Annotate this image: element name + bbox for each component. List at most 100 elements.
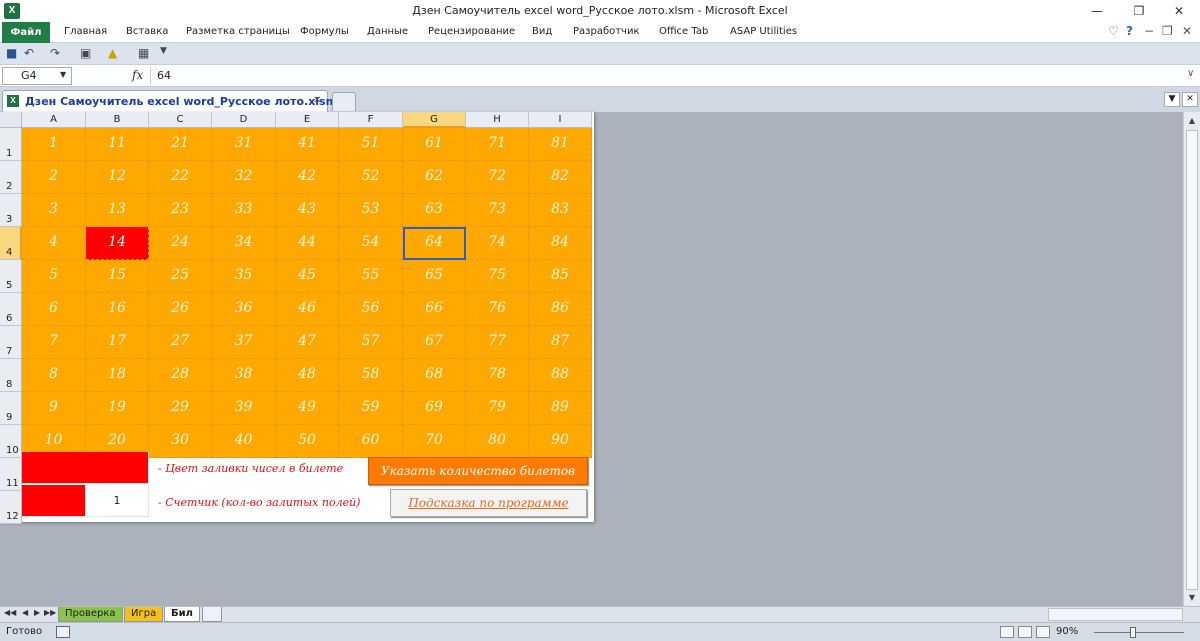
restore-icon[interactable]: ❐ <box>1124 2 1154 20</box>
cell-f2[interactable]: 52 <box>339 161 403 194</box>
tab-office-tab[interactable]: Office Tab <box>659 26 708 37</box>
column-header-c[interactable]: C <box>149 112 212 128</box>
cell-b6[interactable]: 16 <box>86 293 149 326</box>
cell-d7[interactable]: 37 <box>212 326 276 359</box>
cell-e4[interactable]: 44 <box>276 227 339 260</box>
cell-i3[interactable]: 83 <box>529 194 592 227</box>
cell-f4[interactable]: 54 <box>339 227 403 260</box>
close-icon[interactable]: ✕ <box>1164 2 1194 20</box>
close-all-tabs-icon[interactable]: ✕ <box>1182 92 1198 107</box>
counter-color-sample[interactable] <box>22 485 86 517</box>
cell-f3[interactable]: 53 <box>339 194 403 227</box>
cell-i6[interactable]: 86 <box>529 293 592 326</box>
cell-i5[interactable]: 85 <box>529 260 592 293</box>
tab-file[interactable]: Файл <box>2 22 50 43</box>
help-icon[interactable]: ? <box>1126 24 1133 38</box>
tab-list-dropdown-icon[interactable]: ▼ <box>1164 92 1180 107</box>
row-header-9[interactable]: 9 <box>0 392 22 425</box>
cell-h1[interactable]: 71 <box>466 128 529 161</box>
prev-sheet-icon[interactable]: ◀ <box>22 608 28 617</box>
cell-d1[interactable]: 31 <box>212 128 276 161</box>
cell-h9[interactable]: 79 <box>466 392 529 425</box>
cell-c2[interactable]: 22 <box>149 161 212 194</box>
cell-d9[interactable]: 39 <box>212 392 276 425</box>
last-sheet-icon[interactable]: ▶▶ <box>44 608 56 617</box>
column-header-a[interactable]: A <box>22 112 86 128</box>
cell-i9[interactable]: 89 <box>529 392 592 425</box>
doc-minimize-icon[interactable]: − <box>1144 24 1154 38</box>
cell-a6[interactable]: 6 <box>22 293 86 326</box>
cell-e9[interactable]: 49 <box>276 392 339 425</box>
cell-a7[interactable]: 7 <box>22 326 86 359</box>
scroll-thumb[interactable] <box>1186 130 1198 590</box>
tab-review[interactable]: Рецензирование <box>428 26 515 37</box>
customize-toolbar-icon[interactable]: ▼ <box>160 46 167 56</box>
cell-d10[interactable]: 40 <box>212 425 276 458</box>
tab-page-layout[interactable]: Разметка страницы <box>186 26 290 37</box>
print-preview-icon[interactable]: ▣ <box>80 46 91 60</box>
counter-value[interactable]: 1 <box>86 485 149 517</box>
tab-home[interactable]: Главная <box>64 26 107 37</box>
insert-sheet-icon[interactable] <box>202 607 222 622</box>
cell-h8[interactable]: 78 <box>466 359 529 392</box>
cell-a1[interactable]: 1 <box>22 128 86 161</box>
minimize-icon[interactable]: — <box>1082 2 1112 20</box>
cell-i7[interactable]: 87 <box>529 326 592 359</box>
cell-c4[interactable]: 24 <box>149 227 212 260</box>
cell-d6[interactable]: 36 <box>212 293 276 326</box>
cell-i2[interactable]: 82 <box>529 161 592 194</box>
insert-function-icon[interactable]: fx <box>132 68 143 82</box>
doc-close-icon[interactable]: ✕ <box>1182 24 1192 38</box>
cell-b4[interactable]: 14 <box>86 227 149 260</box>
scroll-up-icon[interactable]: ▲ <box>1184 112 1200 129</box>
cell-g2[interactable]: 62 <box>403 161 466 194</box>
cell-e8[interactable]: 48 <box>276 359 339 392</box>
row-header-4[interactable]: 4 <box>0 227 22 260</box>
cell-e7[interactable]: 47 <box>276 326 339 359</box>
cell-g1[interactable]: 61 <box>403 128 466 161</box>
cell-e2[interactable]: 42 <box>276 161 339 194</box>
macro-record-icon[interactable] <box>56 626 70 638</box>
undo-icon[interactable]: ↶ <box>24 46 34 60</box>
cell-g4[interactable]: 64 <box>403 227 466 260</box>
document-tab[interactable]: X Дзен Самоучитель excel word_Русское ло… <box>2 90 347 112</box>
horizontal-scrollbar[interactable] <box>1048 608 1183 621</box>
cell-c7[interactable]: 27 <box>149 326 212 359</box>
row-header-10[interactable]: 10 <box>0 425 22 458</box>
normal-view-icon[interactable] <box>1000 626 1014 638</box>
column-header-g[interactable]: G <box>403 112 466 128</box>
cell-d5[interactable]: 35 <box>212 260 276 293</box>
row-header-1[interactable]: 1 <box>0 128 22 161</box>
zoom-slider[interactable] <box>1094 632 1184 633</box>
cell-d4[interactable]: 34 <box>212 227 276 260</box>
cell-h5[interactable]: 75 <box>466 260 529 293</box>
cell-f6[interactable]: 56 <box>339 293 403 326</box>
scroll-down-icon[interactable]: ▼ <box>1184 589 1200 606</box>
cell-d3[interactable]: 33 <box>212 194 276 227</box>
tab-insert[interactable]: Вставка <box>126 26 168 37</box>
row-header-5[interactable]: 5 <box>0 260 22 293</box>
expand-formula-icon[interactable]: ∨ <box>1187 68 1194 79</box>
cell-f10[interactable]: 60 <box>339 425 403 458</box>
cell-i1[interactable]: 81 <box>529 128 592 161</box>
row-header-7[interactable]: 7 <box>0 326 22 359</box>
cell-h3[interactable]: 73 <box>466 194 529 227</box>
cell-e3[interactable]: 43 <box>276 194 339 227</box>
cell-a2[interactable]: 2 <box>22 161 86 194</box>
column-header-e[interactable]: E <box>276 112 339 128</box>
first-sheet-icon[interactable]: ◀◀ <box>4 608 16 617</box>
cell-f7[interactable]: 57 <box>339 326 403 359</box>
set-tickets-count-button[interactable]: Указать количество билетов <box>368 457 588 485</box>
cell-a4[interactable]: 4 <box>22 227 86 260</box>
cell-g6[interactable]: 66 <box>403 293 466 326</box>
row-header-8[interactable]: 8 <box>0 359 22 392</box>
cell-f5[interactable]: 55 <box>339 260 403 293</box>
cell-b2[interactable]: 12 <box>86 161 149 194</box>
formula-input[interactable]: 64 <box>150 67 1185 85</box>
tab-asap-utilities[interactable]: ASAP Utilities <box>730 26 797 37</box>
cell-a3[interactable]: 3 <box>22 194 86 227</box>
column-header-b[interactable]: B <box>86 112 149 128</box>
redo-icon[interactable]: ↷ <box>50 46 60 60</box>
close-tab-icon[interactable]: ✕ <box>313 95 321 106</box>
zoom-level[interactable]: 90% <box>1056 626 1078 637</box>
